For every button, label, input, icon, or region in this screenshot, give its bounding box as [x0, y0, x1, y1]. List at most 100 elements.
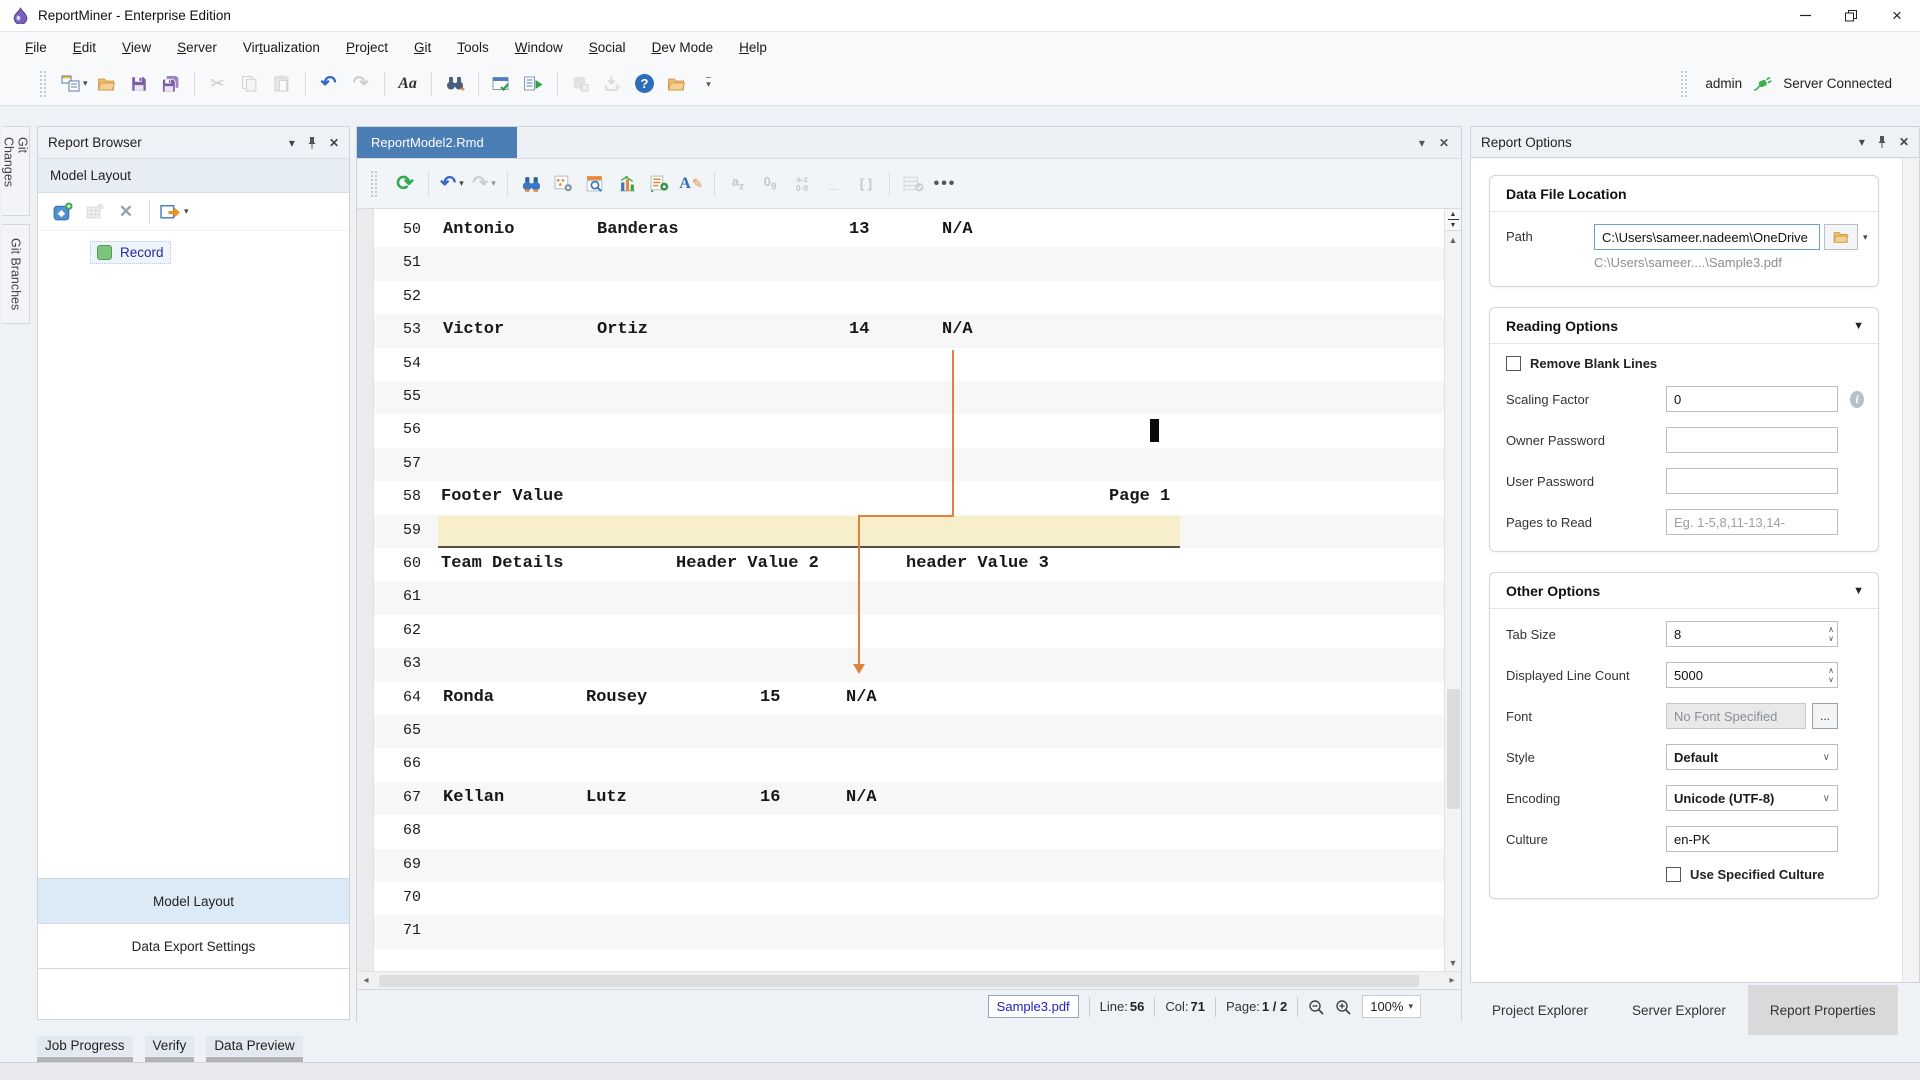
delete-node-button[interactable]: ✕: [113, 197, 139, 227]
menu-dev-mode[interactable]: Dev Mode: [639, 35, 727, 60]
editor-line-68[interactable]: 68: [357, 815, 1445, 848]
path-input[interactable]: [1594, 224, 1820, 250]
toolbar-overflow-button[interactable]: ▾: [696, 69, 722, 99]
tree-item-record[interactable]: Record: [90, 241, 171, 264]
refresh-button[interactable]: ⟳: [392, 169, 418, 199]
close-button[interactable]: ×: [1874, 0, 1920, 31]
undo-button[interactable]: ↶: [316, 69, 342, 99]
menu-help[interactable]: Help: [726, 35, 780, 60]
editor-line-69[interactable]: 69: [357, 849, 1445, 882]
dropdown-caret-icon[interactable]: ▾: [83, 78, 88, 89]
editor-line-65[interactable]: 65: [357, 715, 1445, 748]
tab-size-spinner[interactable]: ∧∨: [1828, 623, 1834, 645]
dropdown-caret-icon[interactable]: ▾: [459, 178, 464, 189]
menu-virtualization[interactable]: Virtualization: [230, 35, 333, 60]
pattern-options-button[interactable]: [550, 169, 576, 199]
editor-line-62[interactable]: 62: [357, 615, 1445, 648]
find-button[interactable]: [442, 69, 468, 99]
new-report-button[interactable]: ▾: [61, 69, 88, 99]
preview-data-button[interactable]: [521, 69, 547, 99]
zoom-in-icon[interactable]: [1335, 999, 1352, 1015]
font-browse-button[interactable]: ...: [1812, 703, 1838, 729]
panel-menu-icon[interactable]: ▾: [289, 136, 295, 150]
editor-line-55[interactable]: 55: [357, 381, 1445, 414]
editor-toolbar-grip[interactable]: [371, 171, 377, 197]
edit-font-button[interactable]: A✎: [678, 169, 704, 199]
scroll-right-icon[interactable]: ▸: [1443, 972, 1461, 989]
zoom-out-icon[interactable]: [1308, 999, 1325, 1015]
editor-line-66[interactable]: 66: [357, 748, 1445, 781]
recent-files-button[interactable]: [664, 69, 690, 99]
search-document-button[interactable]: [582, 169, 608, 199]
font-options-button[interactable]: Aa: [395, 69, 421, 99]
splitter-handle-icon[interactable]: ▲▼: [1445, 209, 1461, 231]
hscroll-thumb[interactable]: [379, 975, 1419, 987]
zoom-level-select[interactable]: 100%▾: [1362, 995, 1421, 1018]
editor-horizontal-scrollbar[interactable]: ◂ ▸: [357, 971, 1461, 989]
export-button[interactable]: ▾: [160, 197, 189, 227]
editor-line-70[interactable]: 70: [357, 882, 1445, 915]
close-panel-icon[interactable]: ✕: [1899, 135, 1909, 149]
editor-line-60[interactable]: 60Team DetailsHeader Value 2header Value…: [357, 548, 1445, 581]
add-data-region-button[interactable]: [49, 197, 75, 227]
sidebar-tab-git-branches[interactable]: Git Branches: [2, 224, 30, 324]
menu-view[interactable]: View: [109, 35, 164, 60]
editor-line-63[interactable]: 63: [357, 648, 1445, 681]
dock-tab-project-explorer[interactable]: Project Explorer: [1470, 985, 1610, 1035]
style-select[interactable]: Default∨: [1666, 744, 1838, 770]
scroll-up-icon[interactable]: ▲: [1445, 235, 1461, 245]
save-button[interactable]: [126, 69, 152, 99]
use-specified-culture-checkbox[interactable]: [1666, 867, 1681, 882]
collapse-card-icon[interactable]: ▼: [1853, 585, 1864, 597]
editor-line-61[interactable]: 61: [357, 581, 1445, 614]
toolbar-right-grip[interactable]: [1681, 71, 1687, 97]
collapse-card-icon[interactable]: ▼: [1853, 320, 1864, 332]
scaling-factor-input[interactable]: [1666, 386, 1838, 412]
editor-line-52[interactable]: 52: [357, 281, 1445, 314]
find-pattern-button[interactable]: [518, 169, 544, 199]
panel-menu-icon[interactable]: ▾: [1859, 135, 1865, 149]
toolbar-grip[interactable]: [40, 71, 46, 97]
scroll-down-icon[interactable]: ▼: [1445, 958, 1461, 968]
dropdown-caret-icon[interactable]: ▾: [184, 206, 189, 217]
editor-vertical-scrollbar[interactable]: ▲▼ ▲ ▼: [1444, 209, 1461, 971]
editor-line-57[interactable]: 57: [357, 448, 1445, 481]
help-button[interactable]: ?: [632, 69, 658, 99]
pages-to-read-input[interactable]: [1666, 509, 1838, 535]
browse-options-caret[interactable]: ▾: [1863, 232, 1868, 243]
editor-line-67[interactable]: 67KellanLutz16N/A: [357, 782, 1445, 815]
field-statistics-button[interactable]: [614, 169, 640, 199]
owner-password-input[interactable]: [1666, 427, 1838, 453]
open-button[interactable]: [94, 69, 120, 99]
menu-edit[interactable]: Edit: [60, 35, 109, 60]
close-panel-icon[interactable]: ✕: [329, 136, 339, 150]
editor-more-button[interactable]: •••: [932, 169, 958, 199]
scroll-left-icon[interactable]: ◂: [357, 972, 375, 989]
remove-blank-lines-checkbox[interactable]: [1506, 356, 1521, 371]
minimize-button[interactable]: [1782, 0, 1828, 31]
menu-server[interactable]: Server: [164, 35, 230, 60]
menu-window[interactable]: Window: [502, 35, 576, 60]
menu-git[interactable]: Git: [401, 35, 444, 60]
source-file-badge[interactable]: Sample3.pdf: [988, 995, 1079, 1018]
menu-project[interactable]: Project: [333, 35, 401, 60]
displayed-line-count-input[interactable]: [1666, 662, 1838, 688]
culture-input[interactable]: [1666, 826, 1838, 852]
browse-folder-button[interactable]: [1824, 224, 1858, 250]
tab-list-icon[interactable]: ▾: [1419, 136, 1425, 150]
tab-reportmodel2[interactable]: ReportModel2.Rmd: [357, 127, 517, 158]
dock-tab-report-properties[interactable]: Report Properties: [1748, 985, 1898, 1035]
editor-line-59[interactable]: 59: [357, 515, 1445, 548]
dropdown-caret-icon[interactable]: ▾: [491, 178, 496, 189]
menu-file[interactable]: File: [12, 35, 60, 60]
displayed-line-count-spinner[interactable]: ∧∨: [1828, 664, 1834, 686]
editor-line-58[interactable]: 58Footer ValuePage 1: [357, 481, 1445, 514]
browser-view-tab-model-layout[interactable]: Model Layout: [38, 879, 349, 924]
user-password-input[interactable]: [1666, 468, 1838, 494]
editor-line-54[interactable]: 54: [357, 348, 1445, 381]
report-options-scrollbar[interactable]: [1902, 159, 1919, 982]
editor-line-64[interactable]: 64RondaRousey15N/A: [357, 682, 1445, 715]
auto-create-layout-button[interactable]: [646, 169, 672, 199]
browser-view-tab-data-export-settings[interactable]: Data Export Settings: [38, 924, 349, 969]
editor-line-71[interactable]: 71: [357, 915, 1445, 948]
